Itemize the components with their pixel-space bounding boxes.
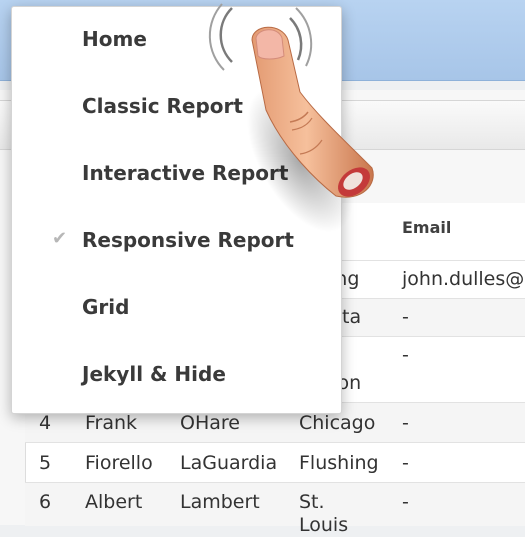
menu-item-label: Interactive Report [82,161,289,185]
cell-email: - [402,491,409,513]
menu-item-label: Responsive Report [82,228,294,252]
cell-email: - [402,306,409,328]
checkmark-icon: ✔ [52,228,68,249]
cell-id: 6 [39,491,52,513]
table-row: 6 Albert Lambert St. Louis - [25,482,525,536]
menu-item-interactive-report[interactable]: Interactive Report [12,141,341,208]
cell-email: - [402,412,409,434]
column-header-email[interactable]: Email [402,218,451,237]
cell-email: - [402,344,409,366]
cell-id: 5 [39,452,52,474]
menu-item-grid[interactable]: Grid [12,275,341,342]
menu-item-classic-report[interactable]: Classic Report [12,74,341,141]
cell-city: St. [299,491,325,513]
menu-item-jekyll-hide[interactable]: Jekyll & Hide [12,342,341,409]
menu-item-label: Home [82,27,147,51]
cell-first-name: Frank [85,412,138,434]
menu-item-label: Grid [82,295,130,319]
cell-last-name: LaGuardia [180,452,278,474]
cell-city: Chicago [299,412,376,434]
menu-item-label: Jekyll & Hide [82,362,226,386]
menu-item-label: Classic Report [82,94,243,118]
cell-first-name: Albert [85,491,143,513]
cell-last-name: OHare [180,412,240,434]
cell-id: 4 [39,412,52,434]
menu-item-responsive-report[interactable]: ✔ Responsive Report [12,208,341,275]
menu-item-home[interactable]: Home [12,7,341,74]
cell-email: - [402,452,409,474]
cell-city-line2: Louis [299,514,349,536]
cell-last-name: Lambert [180,491,260,513]
navigation-menu: Home Classic Report Interactive Report ✔… [11,6,342,414]
cell-email: john.dulles@ [402,268,525,290]
table-row: 5 Fiorello LaGuardia Flushing - [25,442,525,483]
cell-first-name: Fiorello [85,452,153,474]
cell-city: Flushing [299,452,379,474]
